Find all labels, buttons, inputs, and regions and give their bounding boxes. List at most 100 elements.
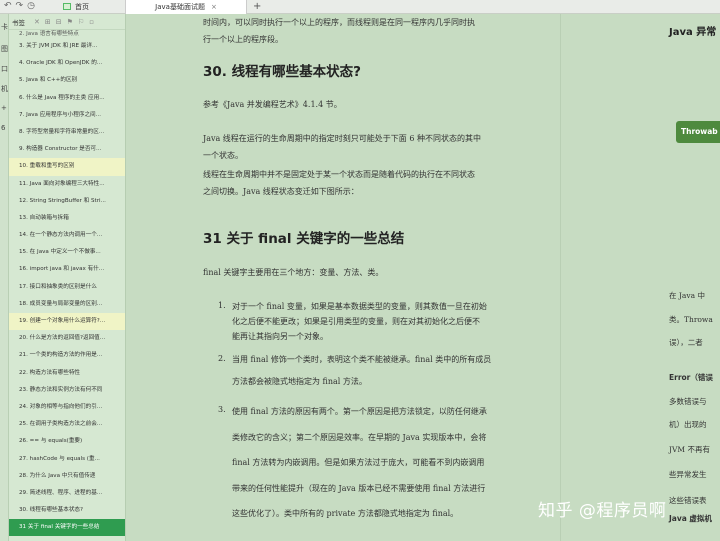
- bookmark-add-icon[interactable]: ⚑: [67, 18, 73, 26]
- text-line: Error（错误: [669, 373, 713, 382]
- text-line: 能再让其指向另一个对象。: [232, 332, 328, 341]
- expand-all-icon[interactable]: ⊞: [45, 18, 51, 26]
- sidebar-item[interactable]: 31 关于 final 关键字的一些总结: [9, 519, 125, 537]
- tab-home-label: 首页: [75, 2, 89, 11]
- sidebar-item[interactable]: 21. 一个类的构造方法的作用是...: [9, 347, 125, 364]
- text-line: 这些错误表: [669, 496, 707, 505]
- list-item: 对于一个 final 变量，如果是基本数据类型的变量，则其数值一旦在初始 化之后…: [232, 299, 537, 344]
- sidebar-item[interactable]: 24. 对象的相等与指向他们的引...: [9, 399, 125, 416]
- sidebar-item[interactable]: 26. == 与 equals(重要): [9, 433, 125, 450]
- text-line: 线程在生命周期中并不是固定处于某一个状态而是随着代码的执行在不同状态: [203, 170, 475, 179]
- delete-icon[interactable]: ▫: [89, 18, 94, 26]
- sidebar-item[interactable]: 8. 字符型常量和字符串常量的区...: [9, 124, 125, 141]
- text-line: 之间切换。Java 线程状态变迁如下图所示：: [203, 187, 359, 196]
- history-icon[interactable]: ◷: [27, 2, 35, 11]
- sidebar-item[interactable]: 13. 自动装箱与拆箱: [9, 210, 125, 227]
- text-line: 化之后便不能更改；如果是引用类型的变量，则在对其初始化之后便不: [232, 317, 480, 326]
- sidebar-item[interactable]: 11. Java 面向对象编程三大特性...: [9, 176, 125, 193]
- sidebar-header: 书签 ✕ ⊞ ⊟ ⚑ ⚐ ▫: [9, 14, 125, 30]
- text-line: 时间内，可以同时执行一个以上的程序，而线程则是在同一程序内几乎同时执: [203, 18, 475, 27]
- edge-char: 6: [1, 124, 6, 132]
- text-line: 方法都会被隐式地指定为 final 方法。: [232, 377, 367, 386]
- bookmark-sidebar: 书签 ✕ ⊞ ⊟ ⚑ ⚐ ▫ 2. Java 语言有哪些特点 3. 关于 JVM…: [9, 14, 126, 541]
- intro-line: final 关键字主要用在三个地方：变量、方法、类。: [203, 268, 384, 277]
- sidebar-item[interactable]: 10. 重载和重写的区别: [9, 158, 125, 176]
- paragraph: 线程在生命周期中并不是固定处于某一个状态而是随着代码的执行在不同状态 之间切换。…: [203, 166, 533, 200]
- text-line: final 方法转为内嵌调用。但是如果方法过于庞大，可能看不到内嵌调用: [232, 458, 485, 467]
- sidebar-item[interactable]: 16. import java 和 javax 有什...: [9, 261, 125, 278]
- sidebar-item[interactable]: 22. 构造方法有哪些特性: [9, 365, 125, 382]
- sidebar-item[interactable]: 9. 构造器 Constructor 是否可...: [9, 141, 125, 158]
- sidebar-item[interactable]: 28. 为什么 Java 中只有值传递: [9, 468, 125, 485]
- sidebar-item[interactable]: 6. 什么是 Java 程序的主类 应用...: [9, 90, 125, 107]
- page-title: Java 异常: [669, 27, 717, 38]
- text-line: 些异常发生: [669, 470, 707, 479]
- list-number: 2.: [218, 354, 226, 363]
- redo-icon[interactable]: ↷: [16, 2, 24, 11]
- tab-home[interactable]: 首页: [55, 0, 125, 14]
- left-edge-panel: 卡 图 口 机 + 6: [0, 14, 9, 541]
- list-item: 当用 final 修饰一个类时，表明这个类不能被继承。final 类中的所有成员…: [232, 349, 537, 393]
- home-icon: [63, 3, 71, 10]
- new-tab-icon[interactable]: +: [253, 1, 261, 12]
- sidebar-item[interactable]: 14. 在一个静态方法内调用一个...: [9, 227, 125, 244]
- sidebar-item[interactable]: 27. hashCode 与 equals (重...: [9, 451, 125, 468]
- sidebar-item[interactable]: 20. 什么是方法的返回值?返回值...: [9, 330, 125, 347]
- sidebar-item[interactable]: 30. 线程有哪些基本状态?: [9, 502, 125, 519]
- edge-char: 卡: [1, 23, 8, 31]
- text-line: 在 Java 中: [669, 291, 705, 300]
- text-line: Java 虚拟机: [669, 514, 712, 523]
- text-line: 类。Throwa: [669, 315, 713, 324]
- document-page: 时间内，可以同时执行一个以上的程序，而线程则是在同一程序内几乎同时执 行一个以上…: [168, 14, 560, 541]
- text-line: 当用 final 修饰一个类时，表明这个类不能被继承。final 类中的所有成员: [232, 355, 492, 364]
- text-line: 多数错误与: [669, 397, 707, 406]
- sidebar-item[interactable]: 3. 关于 JVM JDK 和 JRE 最详...: [9, 38, 125, 55]
- sidebar-item[interactable]: 19. 创建一个对象用什么运算符?...: [9, 313, 125, 331]
- tab-active-document[interactable]: Java基础面试题 ×: [125, 0, 247, 14]
- section-heading-30: 30. 线程有哪些基本状态?: [203, 64, 361, 80]
- sidebar-item[interactable]: 25. 在调用子类构造方法之前会...: [9, 416, 125, 433]
- text-line: 类修改它的含义；第二个原因是效率。在早期的 Java 实现版本中，会将: [232, 432, 487, 442]
- tab-active-label: Java基础面试题: [155, 2, 205, 11]
- edge-char: 口: [1, 65, 8, 73]
- text-line: 带来的任何性能提升（现在的 Java 版本已经不需要使用 final 方法进行: [232, 483, 486, 493]
- sidebar-item[interactable]: 5. Java 和 C++的区别: [9, 72, 125, 89]
- paragraph: 时间内，可以同时执行一个以上的程序，而线程则是在同一程序内几乎同时执 行一个以上…: [203, 14, 533, 48]
- collapse-icon[interactable]: ✕: [34, 18, 40, 26]
- edge-char: +: [1, 104, 7, 112]
- toolbar-icons: ↶ ↷ ◷: [0, 2, 55, 11]
- edge-char: 图: [1, 45, 8, 53]
- watermark: 知乎 @程序员啊: [538, 501, 667, 521]
- sidebar-list: 3. 关于 JVM JDK 和 JRE 最详... 4. Oracle JDK 和…: [9, 38, 125, 537]
- paragraph: Java 线程在运行的生命周期中的指定时刻只可能处于下面 6 种不同状态的其中 …: [203, 130, 533, 164]
- sidebar-item-partial[interactable]: 2. Java 语言有哪些特点: [9, 30, 125, 38]
- text-line: 一个状态。: [203, 151, 243, 160]
- sidebar-item[interactable]: 18. 成员变量与局部变量的区别...: [9, 296, 125, 313]
- list-number: 3.: [218, 405, 226, 414]
- sidebar-item[interactable]: 4. Oracle JDK 和 OpenJDK 的...: [9, 55, 125, 72]
- text-line: 使用 final 方法的原因有两个。第一个原因是把方法锁定，以防任何继承: [232, 407, 487, 416]
- list-item: 使用 final 方法的原因有两个。第一个原因是把方法锁定，以防任何继承 类修改…: [232, 399, 537, 527]
- close-tab-icon[interactable]: ×: [211, 3, 217, 11]
- text-line: JVM 不再有: [669, 445, 710, 454]
- sidebar-title: 书签: [12, 18, 25, 27]
- reference-line: 参考《Java 并发编程艺术》4.1.4 节。: [203, 100, 342, 109]
- undo-icon[interactable]: ↶: [4, 2, 12, 11]
- list-number: 1.: [218, 301, 226, 310]
- edge-char: 机: [1, 85, 8, 93]
- collapse-all-icon[interactable]: ⊟: [56, 18, 62, 26]
- text-line: 行一个以上的程序段。: [203, 35, 283, 44]
- sidebar-item[interactable]: 29. 简述线程、程序、进程的基...: [9, 485, 125, 502]
- sidebar-item[interactable]: 23. 静态方法和实例方法有何不同: [9, 382, 125, 399]
- text-line: 这些优化了）。类中所有的 private 方法都隐式地指定为 final。: [232, 509, 459, 518]
- sidebar-item[interactable]: 15. 在 Java 中定义一个不做事...: [9, 244, 125, 261]
- next-page-preview: Java 异常 Throwab 在 Java 中 类。Throwa 误），二者 …: [560, 14, 720, 541]
- text-line: 对于一个 final 变量，如果是基本数据类型的变量，则其数值一旦在初始: [232, 302, 487, 311]
- text-line: 机）出现的: [669, 420, 707, 429]
- sidebar-item[interactable]: 17. 接口和抽象类的区别是什么: [9, 279, 125, 296]
- text-line: 误），二者: [669, 338, 703, 347]
- sidebar-item[interactable]: 7. Java 应用程序与小程序之间...: [9, 107, 125, 124]
- text-line: Java 线程在运行的生命周期中的指定时刻只可能处于下面 6 种不同状态的其中: [203, 134, 481, 143]
- bookmark-icon[interactable]: ⚐: [78, 18, 84, 26]
- sidebar-item[interactable]: 12. String StringBuffer 和 Stri...: [9, 193, 125, 210]
